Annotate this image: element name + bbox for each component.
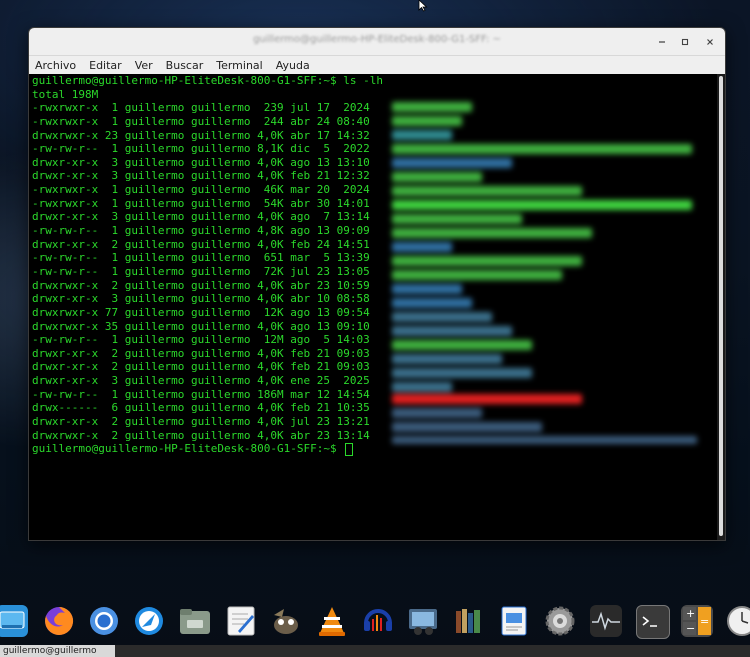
terminal-line: guillermo@guillermo-HP-EliteDesk-800-G1-… (32, 74, 383, 87)
menubar: Archivo Editar Ver Buscar Terminal Ayuda (29, 56, 725, 75)
thunderbird-icon[interactable] (133, 605, 165, 637)
document-viewer-icon[interactable] (498, 605, 530, 637)
text-cursor (345, 442, 354, 456)
redacted-filenames (392, 100, 697, 445)
window-title: guillermo@guillermo-HP-EliteDesk-800-G1-… (253, 34, 501, 45)
menu-buscar[interactable]: Buscar (166, 59, 204, 72)
show-desktop-icon[interactable] (0, 605, 28, 637)
library-icon[interactable] (453, 605, 485, 637)
window-titlebar[interactable]: guillermo@guillermo-HP-EliteDesk-800-G1-… (29, 28, 725, 56)
close-button[interactable] (701, 33, 718, 50)
mouse-pointer-icon (418, 0, 428, 12)
vlc-icon[interactable] (316, 605, 348, 637)
files-icon[interactable] (179, 605, 211, 637)
text-editor-icon[interactable] (225, 605, 257, 637)
menu-ver[interactable]: Ver (135, 59, 153, 72)
chromium-icon[interactable] (88, 605, 120, 637)
maximize-button[interactable] (676, 33, 693, 50)
terminal-scrollbar[interactable] (717, 74, 725, 540)
taskbar-item-terminal[interactable]: guillermo@guillermo (0, 645, 115, 657)
close-icon (706, 38, 713, 45)
menu-ayuda[interactable]: Ayuda (276, 59, 310, 72)
minimize-icon (658, 40, 665, 43)
menu-editar[interactable]: Editar (89, 59, 122, 72)
menu-terminal[interactable]: Terminal (216, 59, 263, 72)
svg-text:−: − (686, 622, 695, 635)
svg-text:=: = (700, 615, 709, 628)
firefox-icon[interactable] (43, 605, 75, 637)
menu-archivo[interactable]: Archivo (35, 59, 76, 72)
clock-icon[interactable] (726, 605, 750, 637)
svg-text:+: + (686, 607, 695, 620)
taskbar: guillermo@guillermo (0, 645, 750, 657)
terminal-icon[interactable] (636, 605, 670, 639)
terminal-prompt: guillermo@guillermo-HP-EliteDesk-800-G1-… (32, 442, 344, 456)
dock: + = − (0, 600, 750, 645)
audacity-icon[interactable] (362, 605, 394, 637)
gimp-icon[interactable] (270, 605, 302, 637)
system-monitor-icon[interactable] (590, 605, 622, 637)
settings-icon[interactable] (544, 605, 576, 637)
scrollbar-thumb[interactable] (719, 76, 723, 536)
minimize-button[interactable] (653, 33, 670, 50)
kdenlive-icon[interactable] (407, 605, 439, 637)
maximize-icon (681, 38, 688, 45)
calculator-icon[interactable]: + = − (681, 605, 713, 637)
